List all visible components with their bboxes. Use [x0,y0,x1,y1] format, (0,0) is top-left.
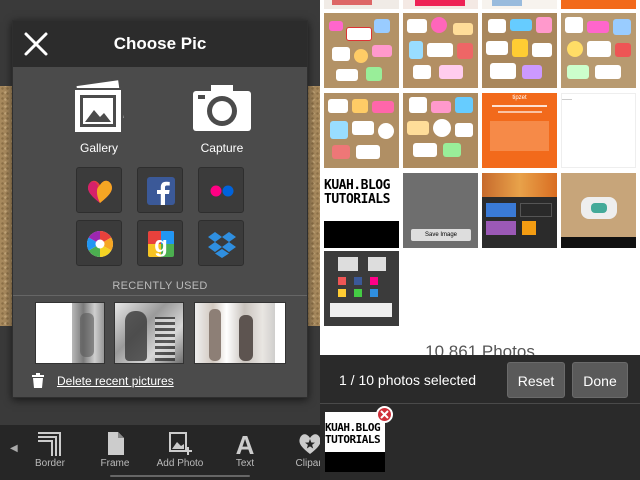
google-icon: g [148,231,174,257]
scroll-left-icon[interactable]: ◀ [10,443,18,454]
photo-tile[interactable]: KUAH.BLOG TUTORIALS [324,173,399,248]
gallery-button[interactable]: Gallery [54,79,144,155]
photo-tile[interactable] [324,13,399,88]
photo-tile[interactable] [403,13,478,88]
editor-toolbar: ◀ Border Frame Add Photo A Text Clipa [0,424,320,480]
save-image-label: Save Image [411,229,471,241]
trash-icon [32,373,44,388]
capture-button[interactable]: Capture [177,79,267,155]
photo-tile[interactable] [403,0,478,9]
facebook-icon [147,177,175,205]
reset-button[interactable]: Reset [507,362,565,398]
dialog-title: Choose Pic [113,34,207,53]
dropbox-icon [208,232,236,258]
flickr-icon [210,185,234,197]
orange-tile-heading: tipzet [512,95,527,101]
recently-used-label: RECENTLY USED [112,280,208,292]
photo-tile[interactable] [482,0,557,9]
text-tool-button[interactable]: A Text [215,430,275,469]
google-source-button[interactable]: g [137,220,183,266]
done-button[interactable]: Done [572,362,628,398]
selection-status: 1 / 10 photos selected [339,372,476,388]
frame-icon [108,432,124,455]
capture-label: Capture [200,141,244,155]
delete-recent-label: Delete recent pictures [57,374,174,388]
svg-text:A: A [236,430,255,456]
album-source-button[interactable] [76,167,122,213]
border-icon [38,432,61,456]
clipart-label: Clipart [295,458,320,469]
svg-text:g: g [154,232,167,257]
picasa-icon [86,230,114,258]
photo-tile[interactable] [561,0,636,9]
gallery-label: Gallery [79,141,118,155]
facebook-source-button[interactable] [137,167,183,213]
close-icon [380,410,389,419]
photo-tile[interactable] [324,93,399,168]
frame-tool-button[interactable]: Frame [85,430,145,469]
photo-tile[interactable] [561,13,636,88]
selected-photo-thumbnail[interactable]: KUAH.BLOG TUTORIALS [325,412,385,472]
border-label: Border [34,458,65,469]
text-icon: A [236,430,255,456]
photo-tile[interactable] [561,93,636,168]
remove-selection-button[interactable] [376,406,393,423]
editor-pane: Choose Pic Gallery Capture g RECENTLY US… [0,0,320,480]
blog-title-line2: TUTORIALS [324,191,390,207]
album-icon [88,180,112,203]
photo-picker-pane: tipzet KUAH.BLOG TUTORIALS Save Image 10… [320,0,640,480]
photo-tile[interactable] [403,93,478,168]
toolbar-scrollbar[interactable] [110,475,250,477]
border-tool-button[interactable]: Border [20,430,80,469]
selected-thumb-line1: KUAH.BLOG [325,421,381,434]
picasa-source-button[interactable] [76,220,122,266]
clipart-icon [299,434,320,454]
choose-pic-dialog: Choose Pic Gallery Capture g RECENTLY US… [12,20,308,398]
add-photo-icon [169,432,192,455]
photo-tile[interactable] [324,251,399,326]
blog-title-line1: KUAH.BLOG [324,178,390,193]
selection-bar: 1 / 10 photos selected Reset Done KUAH.B… [320,355,640,480]
photo-tile[interactable] [324,0,399,9]
add-photo-label: Add Photo [156,458,204,469]
divider [320,403,640,404]
dropbox-source-button[interactable] [198,220,244,266]
recent-thumbnail[interactable] [35,302,105,364]
selected-thumb-line2: TUTORIALS [325,432,381,446]
camera-icon [193,85,251,131]
photo-tile[interactable]: Save Image [403,173,478,248]
gallery-icon [73,79,126,134]
photo-tile[interactable] [482,173,557,248]
flickr-source-button[interactable] [198,167,244,213]
text-label: Text [235,458,255,469]
divider [13,295,307,296]
dialog-header: Choose Pic [13,21,307,67]
photo-tile[interactable] [482,13,557,88]
clipart-tool-button[interactable]: Clipart [280,430,320,469]
recent-thumbnail[interactable] [194,302,286,364]
photo-tile[interactable]: tipzet [482,93,557,168]
photo-tile[interactable] [561,173,636,248]
add-photo-tool-button[interactable]: Add Photo [150,430,210,469]
recent-thumbnail[interactable] [114,302,184,364]
frame-label: Frame [100,458,130,469]
